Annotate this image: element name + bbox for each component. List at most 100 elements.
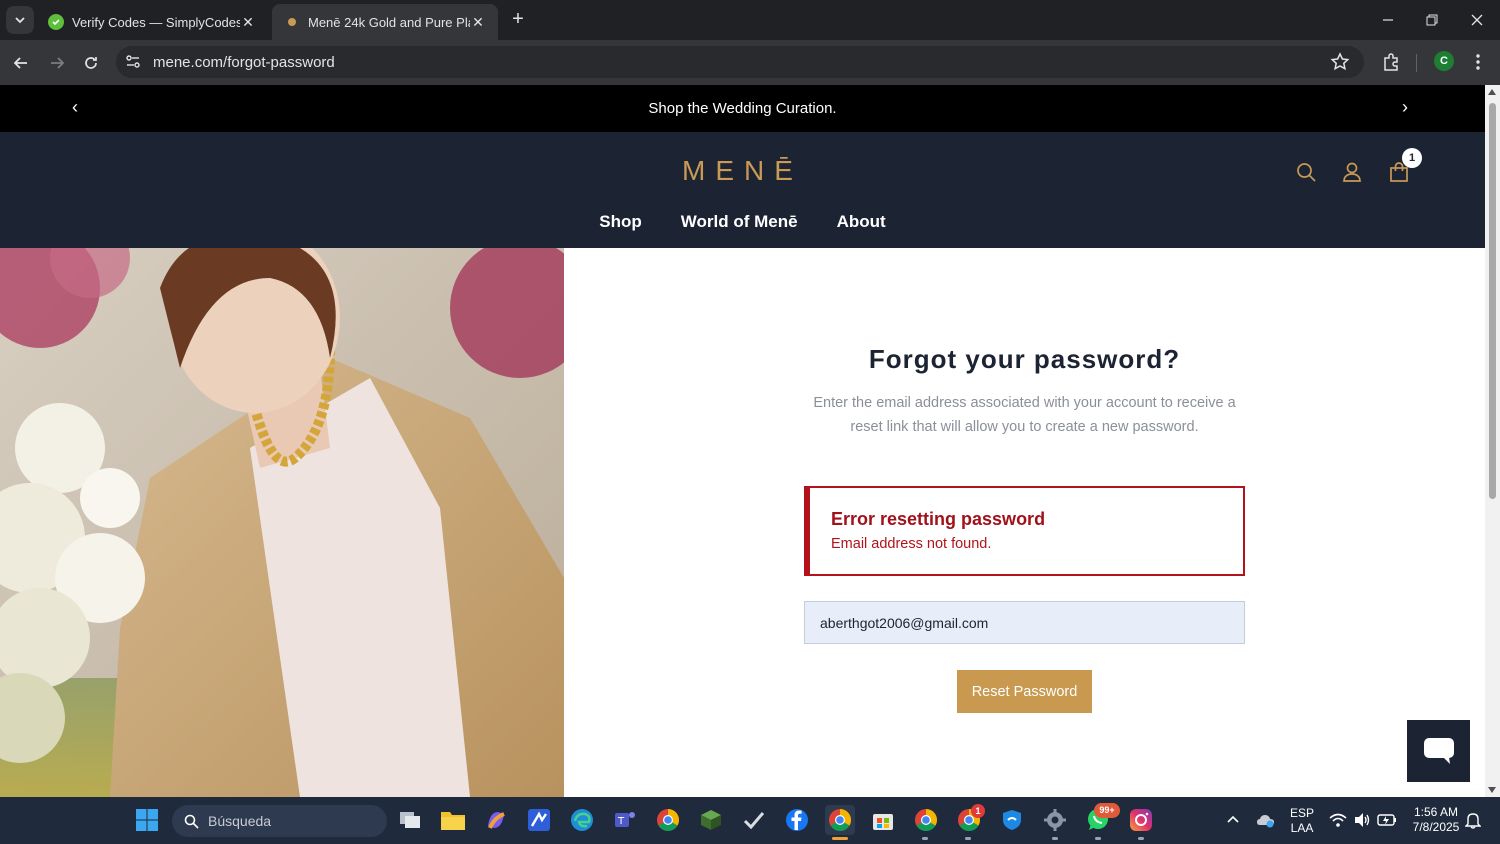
new-tab-button[interactable]: + — [506, 8, 530, 32]
close-tab-icon[interactable]: ✕ — [240, 14, 256, 31]
windows-taskbar: Búsqueda T 1 99+ ESP LAA 1:56 AM 7/8/202… — [0, 797, 1500, 844]
todo-check-icon[interactable] — [739, 805, 769, 835]
page-scrollbar[interactable] — [1485, 85, 1500, 797]
tab-title: Menē 24k Gold and Pure Platinum — [308, 14, 470, 30]
microsoft-store-icon[interactable] — [868, 805, 898, 835]
page-viewport: ‹ Shop the Wedding Curation. › MENĒ 1 Sh… — [0, 85, 1485, 797]
active-app-indicator — [832, 837, 848, 840]
close-window-button[interactable] — [1455, 0, 1499, 40]
copilot-icon[interactable] — [481, 805, 511, 835]
reload-button[interactable] — [78, 50, 104, 76]
site-info-icon[interactable] — [124, 53, 142, 71]
main-navigation: Shop World of Menē About — [0, 212, 1485, 232]
scroll-up-icon[interactable] — [1488, 89, 1496, 95]
email-field[interactable] — [804, 601, 1245, 644]
announcement-next-icon[interactable]: › — [1402, 97, 1408, 118]
page-title: Forgot your password? — [868, 344, 1181, 374]
instagram-icon[interactable] — [1126, 805, 1156, 835]
reset-password-button[interactable]: Reset Password — [957, 670, 1092, 713]
chat-button[interactable] — [1407, 720, 1470, 782]
start-button[interactable] — [132, 805, 162, 835]
minecraft-icon[interactable] — [696, 805, 726, 835]
keyboard-layout: LAA — [1290, 821, 1314, 835]
forgot-password-panel: Forgot your password? Enter the email ad… — [564, 248, 1485, 797]
site-logo[interactable]: MENĒ — [0, 155, 1485, 187]
facebook-icon[interactable] — [782, 805, 812, 835]
battery-icon[interactable] — [1377, 813, 1397, 827]
chevron-down-icon — [15, 17, 25, 24]
task-view-icon[interactable] — [395, 805, 425, 835]
volume-icon[interactable] — [1353, 812, 1371, 828]
taskbar-search[interactable]: Búsqueda — [172, 805, 387, 837]
language-code: ESP — [1289, 806, 1314, 820]
tab-simplycodes[interactable]: Verify Codes — SimplyCodes ✕ — [36, 4, 268, 40]
minimize-icon — [1383, 19, 1393, 21]
scroll-down-icon[interactable] — [1488, 787, 1496, 793]
simplycodes-favicon-icon — [48, 14, 64, 30]
arrow-left-icon — [13, 57, 27, 69]
clock-date: 7/8/2025 — [1412, 820, 1460, 834]
address-bar[interactable]: mene.com/forgot-password — [116, 46, 1364, 78]
tab-search-button[interactable] — [6, 6, 34, 34]
toolbar-divider — [1416, 54, 1417, 72]
taskbar-search-label: Búsqueda — [208, 813, 272, 829]
browser-toolbar: mene.com/forgot-password C — [0, 40, 1500, 85]
minimize-button[interactable] — [1366, 0, 1410, 40]
chevron-up-icon[interactable] — [1226, 814, 1240, 824]
windows-logo-icon — [136, 809, 158, 831]
chrome-icon[interactable] — [653, 805, 683, 835]
restore-button[interactable] — [1410, 0, 1454, 40]
notification-bell-icon[interactable] — [1465, 811, 1481, 829]
wifi-icon[interactable] — [1329, 812, 1347, 828]
tab-mene[interactable]: Menē 24k Gold and Pure Platinum ✕ — [272, 4, 498, 40]
clock[interactable]: 1:56 AM 7/8/2025 — [1404, 805, 1468, 835]
cart-count-badge: 1 — [1402, 148, 1422, 168]
language-indicator[interactable]: ESP LAA — [1286, 806, 1318, 836]
extensions-icon[interactable] — [1381, 52, 1401, 72]
chrome-active-icon[interactable] — [825, 805, 855, 835]
bookmark-star-icon[interactable] — [1330, 52, 1350, 72]
profile-avatar[interactable]: C — [1434, 51, 1454, 71]
close-icon — [1471, 14, 1483, 26]
chat-bubble-icon — [1423, 738, 1454, 764]
running-indicator — [1095, 837, 1101, 840]
announcement-bar: ‹ Shop the Wedding Curation. › — [0, 85, 1485, 132]
security-shield-icon[interactable] — [997, 805, 1027, 835]
nav-item-shop[interactable]: Shop — [599, 212, 642, 232]
running-indicator — [1138, 837, 1144, 840]
search-icon[interactable] — [1295, 161, 1317, 183]
file-explorer-icon[interactable] — [438, 805, 468, 835]
running-indicator — [922, 837, 928, 840]
app-icon-blue[interactable] — [524, 805, 554, 835]
edge-icon[interactable] — [567, 805, 597, 835]
tab-title: Verify Codes — SimplyCodes — [72, 14, 240, 30]
browser-tab-strip: Verify Codes — SimplyCodes ✕ Menē 24k Go… — [0, 0, 1500, 40]
url-text[interactable]: mene.com/forgot-password — [153, 54, 335, 71]
running-indicator — [965, 837, 971, 840]
chrome-profile-icon[interactable] — [911, 805, 941, 835]
running-indicator — [1052, 837, 1058, 840]
clock-time: 1:56 AM — [1413, 805, 1459, 819]
announcement-text[interactable]: Shop the Wedding Curation. — [0, 100, 1485, 117]
nav-item-world-of-mene[interactable]: World of Menē — [681, 212, 798, 232]
hero-image — [0, 248, 564, 797]
search-icon — [184, 814, 199, 829]
forward-button[interactable] — [44, 50, 70, 76]
arrow-right-icon — [51, 57, 65, 69]
back-button[interactable] — [8, 50, 34, 76]
loading-favicon-icon — [284, 14, 300, 30]
teams-icon[interactable]: T — [610, 805, 640, 835]
more-menu-icon[interactable] — [1470, 52, 1486, 72]
reload-icon — [85, 57, 97, 69]
settings-gear-icon[interactable] — [1040, 805, 1070, 835]
account-icon[interactable] — [1341, 161, 1363, 183]
nav-item-about[interactable]: About — [837, 212, 886, 232]
instructions-text: Enter the email address associated with … — [813, 395, 1236, 435]
scrollbar-thumb[interactable] — [1489, 103, 1496, 499]
onedrive-icon[interactable] — [1256, 812, 1276, 828]
svg-text:T: T — [617, 816, 625, 827]
close-tab-icon[interactable]: ✕ — [470, 14, 486, 31]
chrome-badge: 1 — [971, 804, 985, 818]
whatsapp-badge: 99+ — [1094, 803, 1120, 818]
error-title: Error resetting password — [831, 509, 1046, 529]
